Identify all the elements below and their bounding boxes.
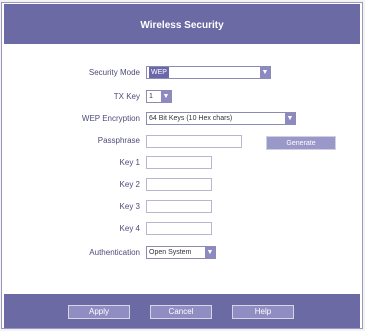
key3-label: Key 3 [119, 202, 140, 211]
generate-button[interactable]: Generate [266, 136, 336, 150]
chevron-down-icon: ▼ [260, 67, 270, 78]
security-mode-value: WEP [149, 67, 169, 78]
chevron-down-icon: ▼ [161, 91, 171, 102]
cancel-button[interactable]: Cancel [150, 305, 212, 319]
wep-encryption-label: WEP Encryption [81, 114, 140, 123]
authentication-label: Authentication [89, 248, 140, 257]
security-mode-label: Security Mode [88, 68, 140, 77]
tx-key-label: TX Key [113, 92, 140, 101]
wep-encryption-select[interactable]: 64 Bit Keys (10 Hex chars) ▼ [146, 112, 296, 125]
dialog-header: Wireless Security [4, 4, 360, 44]
authentication-value: Open System [149, 249, 192, 256]
key4-input[interactable] [146, 222, 212, 235]
key4-label: Key 4 [119, 224, 140, 233]
help-button[interactable]: Help [232, 305, 294, 319]
chevron-down-icon: ▼ [205, 247, 215, 258]
key2-input[interactable] [146, 178, 212, 191]
wep-encryption-value: 64 Bit Keys (10 Hex chars) [149, 115, 233, 122]
key1-label: Key 1 [119, 158, 140, 167]
security-mode-select[interactable]: WEP ▼ [146, 66, 271, 79]
tx-key-select[interactable]: 1 ▼ [146, 90, 172, 103]
passphrase-input[interactable] [146, 135, 242, 148]
tx-key-value: 1 [149, 93, 153, 100]
apply-button[interactable]: Apply [68, 305, 130, 319]
authentication-select[interactable]: Open System ▼ [146, 246, 216, 259]
passphrase-label: Passphrase [97, 136, 140, 145]
key3-input[interactable] [146, 200, 212, 213]
chevron-down-icon: ▼ [285, 113, 295, 124]
key1-input[interactable] [146, 156, 212, 169]
dialog-footer: Apply Cancel Help [4, 294, 360, 328]
dialog-title: Wireless Security [140, 20, 224, 31]
key2-label: Key 2 [119, 180, 140, 189]
